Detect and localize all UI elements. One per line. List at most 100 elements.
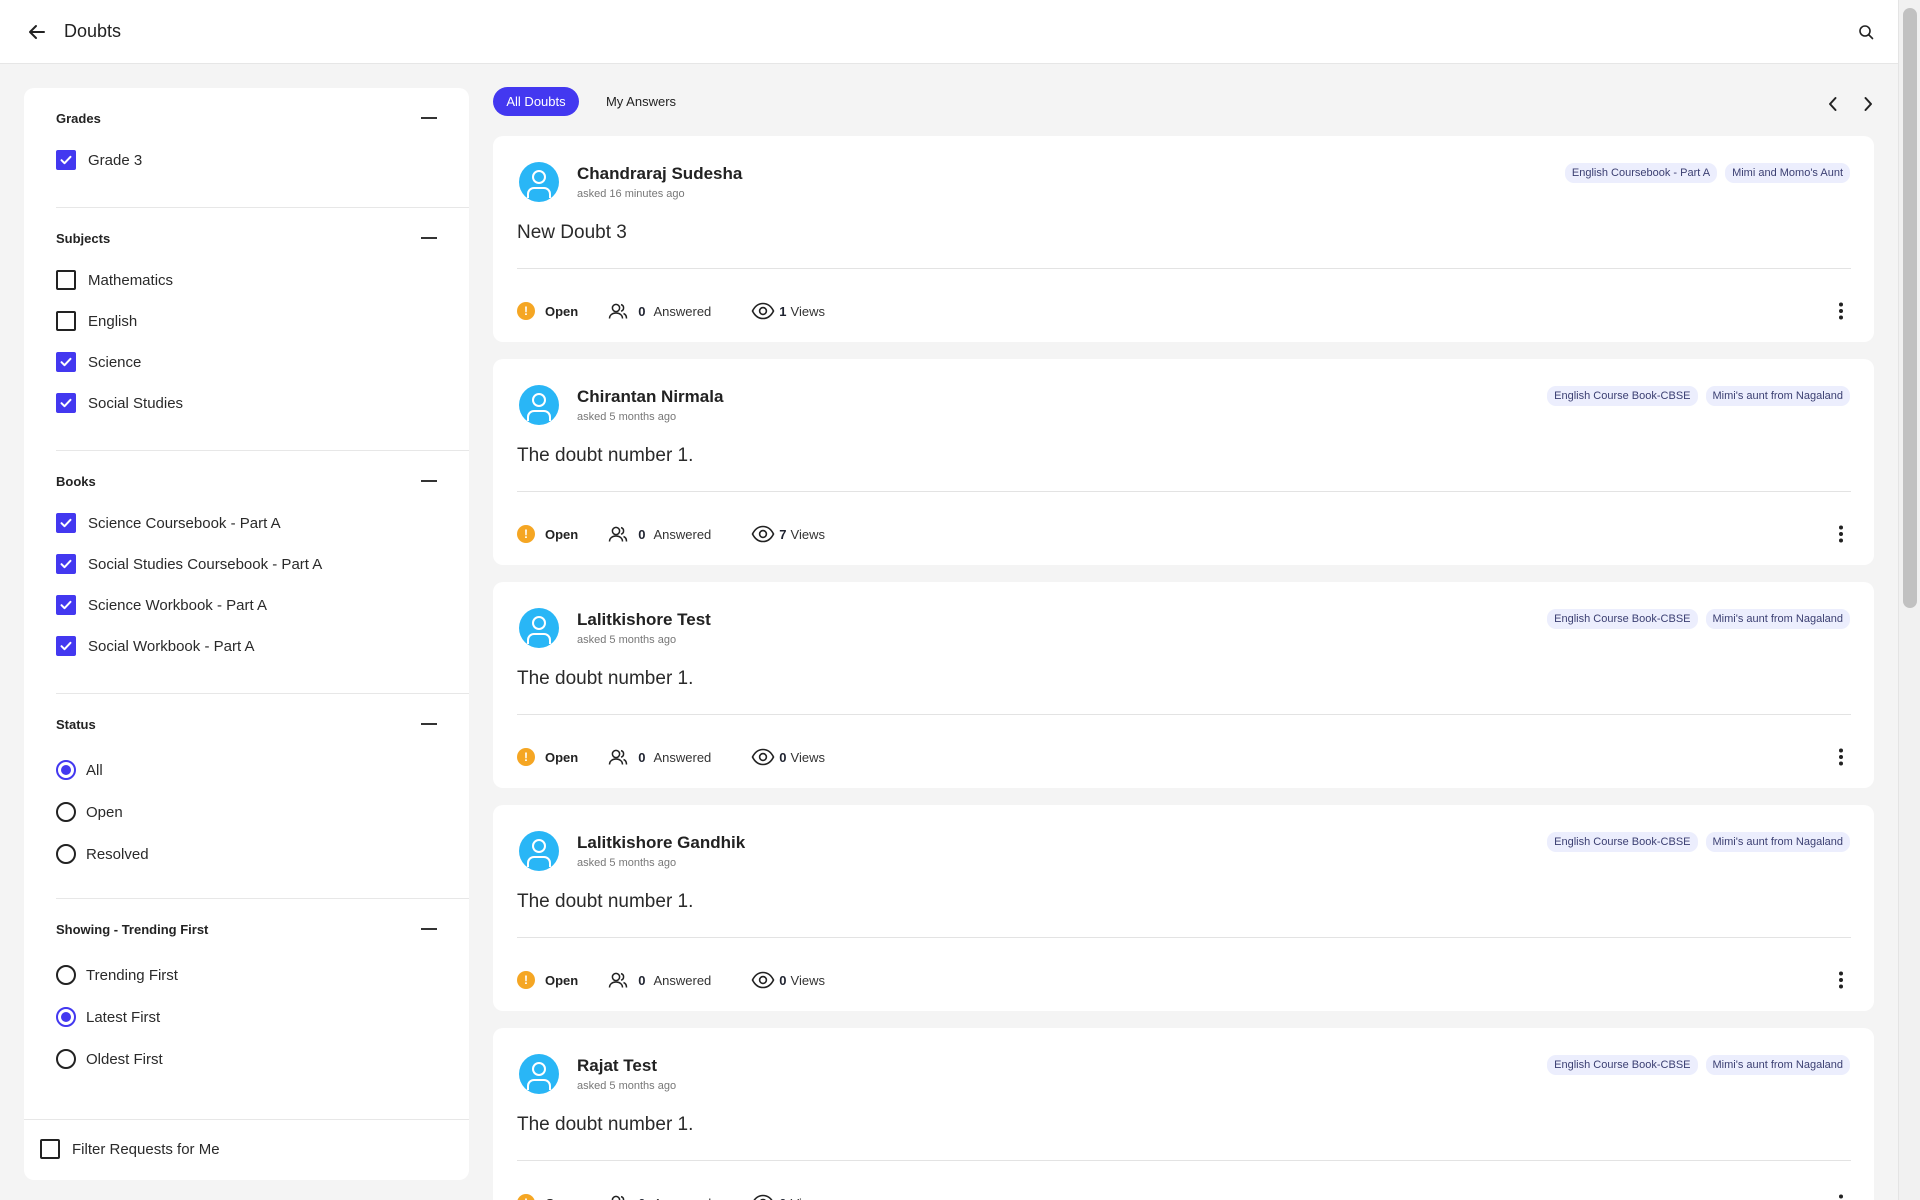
doubt-card[interactable]: Chirantan Nirmala asked 5 months ago Eng… (493, 359, 1874, 565)
filter-sidebar: Grades Grade 3 Subjects Mathematics Engl… (24, 88, 469, 1180)
book-science-coursebook-checkbox[interactable]: Science Coursebook - Part A (56, 512, 281, 534)
chapter-tag[interactable]: Mimi's aunt from Nagaland (1705, 1055, 1850, 1075)
chevron-right-icon[interactable] (1858, 94, 1878, 114)
chevron-left-icon[interactable] (1823, 94, 1843, 114)
book-tag[interactable]: English Course Book-CBSE (1547, 386, 1698, 406)
subjects-section-header: Subjects (56, 228, 437, 248)
status-option-label: Open (86, 803, 123, 821)
book-tag[interactable]: English Course Book-CBSE (1547, 609, 1698, 629)
doubt-author-name: Lalitkishore Gandhik (577, 833, 746, 852)
checkbox-unchecked-icon (56, 311, 76, 331)
users-icon (608, 748, 628, 766)
grades-section-title: Grades (56, 110, 101, 126)
subject-mathematics-checkbox[interactable]: Mathematics (56, 269, 173, 291)
checkbox-checked-icon (56, 595, 76, 615)
more-options-icon[interactable] (1832, 746, 1850, 768)
status-option-label: Resolved (86, 845, 149, 863)
doubt-asked-time: asked 16 minutes ago (577, 188, 685, 200)
collapse-minus-icon[interactable] (421, 723, 437, 725)
checkbox-checked-icon (56, 554, 76, 574)
more-options-icon[interactable] (1832, 969, 1850, 991)
views-label: Views (791, 1196, 825, 1200)
page-title: Doubts (64, 21, 122, 41)
views-count: 0 (779, 749, 787, 765)
more-options-icon[interactable] (1832, 1192, 1850, 1200)
radio-unselected-icon (56, 1049, 76, 1069)
doubt-tags: English Course Book-CBSE Mimi's aunt fro… (1547, 1055, 1850, 1075)
book-tag[interactable]: English Course Book-CBSE (1547, 832, 1698, 852)
doubt-question-text: The doubt number 1. (517, 445, 694, 466)
doubt-author-name: Chirantan Nirmala (577, 387, 724, 406)
checkbox-checked-icon (56, 352, 76, 372)
doubt-stats: ! Open 0 Answered 0 Views (517, 746, 825, 768)
app-header: Doubts (0, 0, 1898, 64)
user-avatar-icon (527, 393, 551, 421)
chapter-tag[interactable]: Mimi's aunt from Nagaland (1705, 609, 1850, 629)
tab-my-answers[interactable]: My Answers (595, 87, 687, 116)
views-label: Views (790, 526, 825, 542)
user-avatar-icon (527, 839, 551, 867)
book-option-label: Social Workbook - Part A (88, 637, 255, 655)
filter-requests-checkbox[interactable]: Filter Requests for Me (40, 1138, 220, 1160)
subject-english-checkbox[interactable]: English (56, 310, 137, 332)
collapse-minus-icon[interactable] (421, 237, 437, 239)
alert-status-icon: ! (517, 302, 535, 320)
sort-trending-radio[interactable]: Trending First (56, 964, 178, 986)
answered-label: Answered (653, 749, 712, 765)
book-social-studies-coursebook-checkbox[interactable]: Social Studies Coursebook - Part A (56, 553, 322, 575)
doubt-card[interactable]: Lalitkishore Gandhik asked 5 months ago … (493, 805, 1874, 1011)
book-social-workbook-checkbox[interactable]: Social Workbook - Part A (56, 635, 254, 657)
answered-label: Answered (653, 972, 712, 988)
sort-section-header: Showing - Trending First (56, 919, 437, 939)
search-icon[interactable] (1854, 20, 1878, 44)
book-science-workbook-checkbox[interactable]: Science Workbook - Part A (56, 594, 267, 616)
doubt-question-text: The doubt number 1. (517, 891, 694, 912)
doubt-stats: ! Open 0 Answered 0 Views (517, 1192, 825, 1200)
scrollbar-thumb[interactable] (1903, 8, 1917, 608)
book-tag[interactable]: English Course Book-CBSE (1547, 1055, 1698, 1075)
subject-science-checkbox[interactable]: Science (56, 351, 141, 373)
sort-option-label: Oldest First (86, 1050, 163, 1068)
section-divider (56, 450, 469, 451)
answered-label: Answered (653, 303, 712, 319)
subject-social-studies-checkbox[interactable]: Social Studies (56, 392, 183, 414)
user-avatar-icon (527, 1062, 551, 1090)
status-open-radio[interactable]: Open (56, 801, 123, 823)
page-scrollbar[interactable] (1898, 0, 1920, 1200)
sort-oldest-radio[interactable]: Oldest First (56, 1048, 163, 1070)
more-options-icon[interactable] (1832, 523, 1850, 545)
checkbox-checked-icon (56, 513, 76, 533)
eye-icon (751, 748, 775, 766)
more-options-icon[interactable] (1832, 300, 1850, 322)
users-icon (608, 525, 628, 543)
grade-3-checkbox[interactable]: Grade 3 (56, 149, 142, 171)
back-arrow-icon[interactable] (24, 19, 50, 45)
doubt-author-name: Lalitkishore Test (577, 610, 711, 629)
radio-unselected-icon (56, 965, 76, 985)
doubt-tags: English Coursebook - Part A Mimi and Mom… (1564, 163, 1850, 183)
checkbox-unchecked-icon (40, 1139, 60, 1159)
chapter-tag[interactable]: Mimi's aunt from Nagaland (1705, 832, 1850, 852)
books-section-header: Books (56, 471, 437, 491)
collapse-minus-icon[interactable] (421, 117, 437, 119)
answered-label: Answered (653, 1196, 711, 1200)
status-all-radio[interactable]: All (56, 759, 103, 781)
sort-latest-radio[interactable]: Latest First (56, 1006, 160, 1028)
doubt-asked-time: asked 5 months ago (577, 857, 677, 869)
doubt-stats: ! Open 0 Answered 1 Views (517, 300, 825, 322)
chapter-tag[interactable]: Mimi's aunt from Nagaland (1705, 386, 1850, 406)
tab-all-doubts[interactable]: All Doubts (493, 87, 579, 116)
doubt-card[interactable]: Lalitkishore Test asked 5 months ago Eng… (493, 582, 1874, 788)
chapter-tag[interactable]: Mimi and Momo's Aunt (1725, 163, 1850, 183)
doubt-status: Open (545, 303, 579, 319)
doubt-tags: English Course Book-CBSE Mimi's aunt fro… (1547, 609, 1850, 629)
grade-option-label: Grade 3 (88, 151, 143, 169)
doubt-card[interactable]: Rajat Test asked 5 months ago English Co… (493, 1028, 1874, 1200)
status-resolved-radio[interactable]: Resolved (56, 843, 149, 865)
views-count: 0 (779, 1196, 786, 1200)
book-tag[interactable]: English Coursebook - Part A (1564, 163, 1718, 183)
collapse-minus-icon[interactable] (421, 928, 437, 930)
card-divider (517, 1160, 1851, 1161)
doubt-card[interactable]: Chandraraj Sudesha asked 16 minutes ago … (493, 136, 1874, 342)
collapse-minus-icon[interactable] (421, 480, 437, 482)
